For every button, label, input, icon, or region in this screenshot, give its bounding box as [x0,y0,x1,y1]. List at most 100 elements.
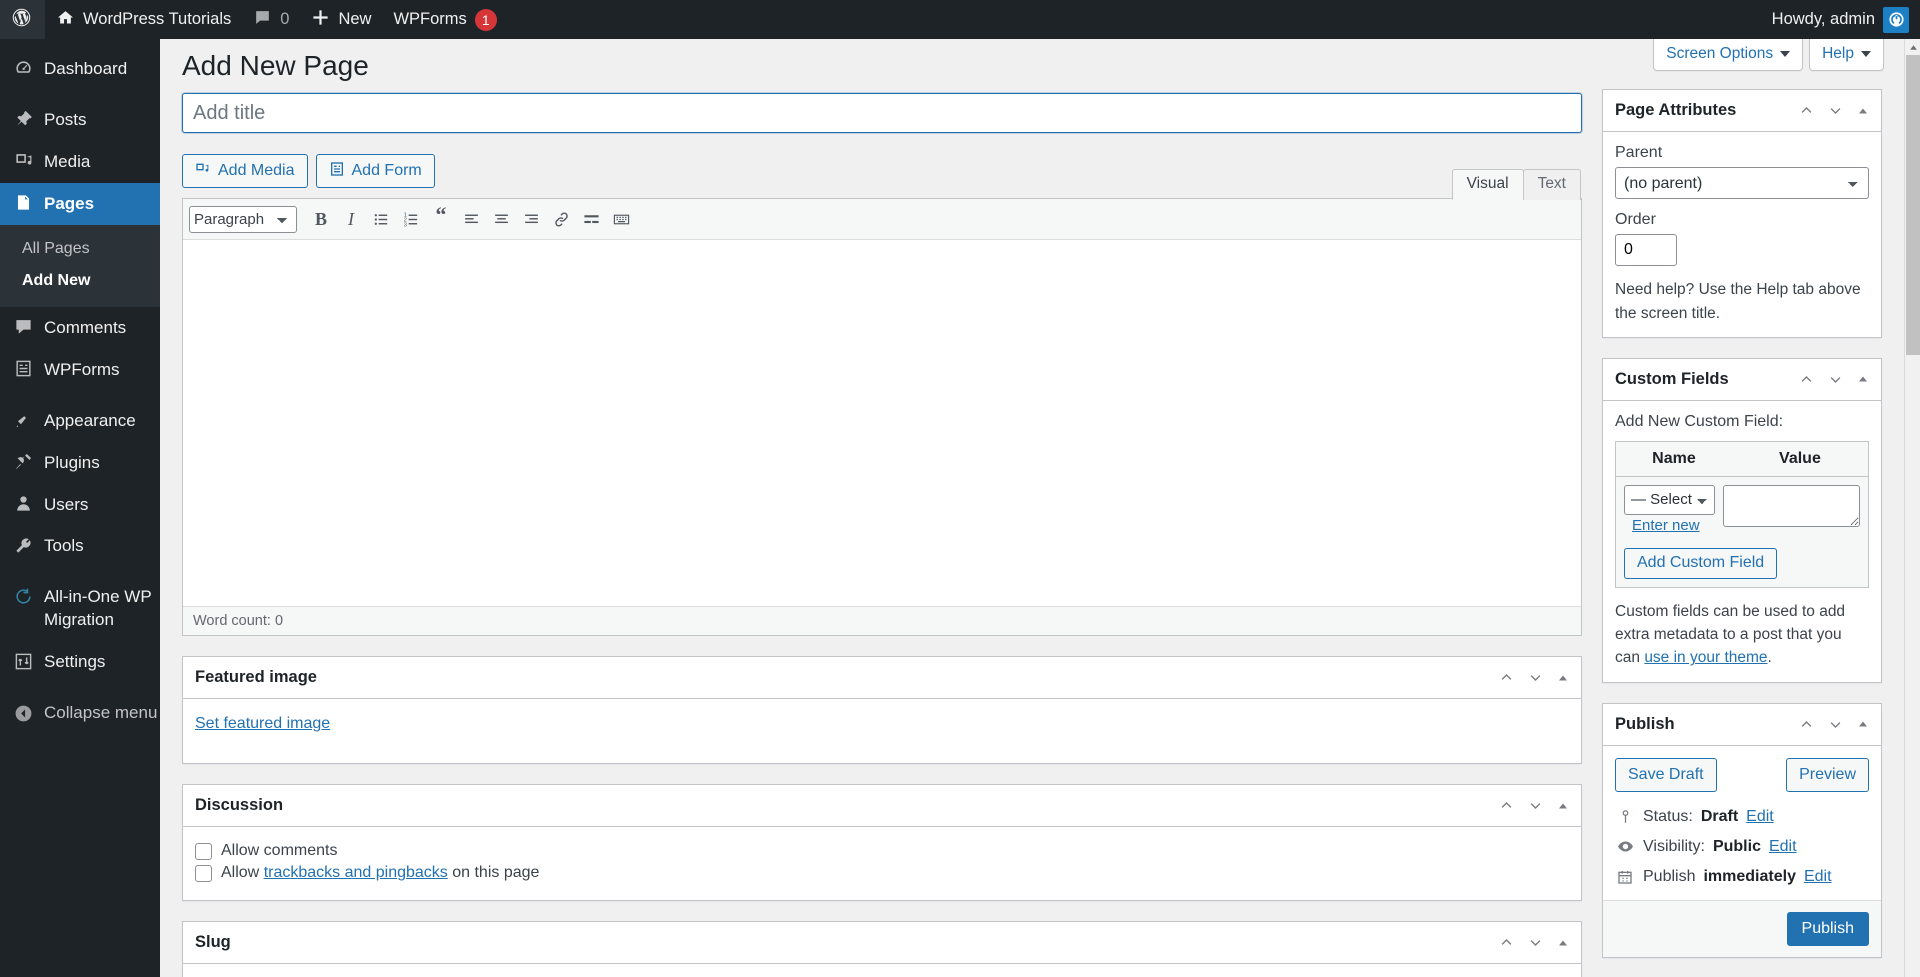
custom-field-name-select[interactable]: — Select [1624,484,1715,515]
move-up-icon[interactable] [1499,670,1514,685]
sidebar-subitem-all-pages[interactable]: All Pages [0,233,160,265]
allow-trackbacks-checkbox[interactable] [195,864,212,882]
sidebar-item-pages[interactable]: Pages [0,182,160,225]
page-attributes-help: Need help? Use the Help tab above the sc… [1615,281,1861,322]
screen-options-button[interactable]: Screen Options [1653,39,1804,71]
screen-options-label: Screen Options [1666,45,1774,62]
parent-label: Parent [1615,144,1663,162]
status-edit-link[interactable]: Edit [1746,808,1774,826]
add-custom-field-button[interactable]: Add Custom Field [1624,547,1778,579]
schedule-edit-link[interactable]: Edit [1804,868,1832,886]
add-media-button[interactable]: Add Media [182,154,308,189]
move-down-icon[interactable] [1528,798,1543,813]
title-wrap [181,92,1583,135]
move-up-icon[interactable] [1499,798,1514,813]
add-form-button[interactable]: Add Form [315,154,435,189]
visibility-edit-link[interactable]: Edit [1769,838,1797,856]
order-input[interactable] [1615,234,1677,267]
comments-button[interactable]: 0 [242,0,300,39]
scroll-up-arrow-icon[interactable] [1905,39,1920,55]
move-down-icon[interactable] [1828,717,1843,732]
align-center-icon[interactable] [487,205,515,233]
set-featured-image-link[interactable]: Set featured image [195,715,330,732]
toggle-panel-icon[interactable] [1557,672,1569,684]
move-up-icon[interactable] [1799,103,1814,118]
page-attributes-header[interactable]: Page Attributes [1603,90,1881,133]
dashboard-icon [12,57,34,79]
add-media-label: Add Media [218,162,295,180]
bold-icon[interactable]: B [307,205,335,233]
sidebar-item-wpforms[interactable]: WPForms [0,349,160,391]
move-down-icon[interactable] [1828,103,1843,118]
sidebar-item-dashboard[interactable]: Dashboard [0,48,160,90]
toggle-panel-icon[interactable] [1857,105,1869,117]
save-draft-button[interactable]: Save Draft [1615,757,1717,792]
move-down-icon[interactable] [1528,935,1543,950]
preview-button[interactable]: Preview [1786,757,1869,792]
toggle-panel-icon[interactable] [1557,800,1569,812]
save-draft-label: Save Draft [1628,765,1704,783]
sidebar-item-users[interactable]: Users [0,484,160,526]
paragraph-format-select[interactable]: Paragraph [189,205,297,233]
description-suffix: . [1767,649,1772,667]
editor-content-area[interactable] [183,240,1581,607]
sidebar-item-comments[interactable]: Comments [0,307,160,349]
move-up-icon[interactable] [1499,935,1514,950]
sidebar-item-plugins[interactable]: Plugins [0,442,160,484]
trackbacks-and-pingbacks-link[interactable]: trackbacks and pingbacks [264,864,448,881]
help-button[interactable]: Help [1809,39,1884,71]
move-down-icon[interactable] [1828,372,1843,387]
page-scrollbar[interactable] [1904,39,1920,977]
tab-text[interactable]: Text [1522,169,1581,201]
sidebar-item-all-in-one-wp-migration[interactable]: All-in-One WP Migration [0,576,160,641]
editor-container: Visual Text Paragraph B I 1 2 3 “ Word c… [182,169,1582,637]
collapse-menu-button[interactable]: Collapse menu [0,692,160,734]
wordpress-logo-button[interactable] [0,0,45,39]
sidebar-item-appearance[interactable]: Appearance [0,400,160,442]
wpforms-menu-button[interactable]: WPForms 1 [382,0,507,39]
sidebar-subitem-add-new[interactable]: Add New [0,265,160,297]
sidebar-item-settings[interactable]: Settings [0,641,160,683]
toggle-panel-icon[interactable] [1857,373,1869,385]
slug-header[interactable]: Slug [183,922,1581,965]
move-down-icon[interactable] [1528,670,1543,685]
featured-image-header[interactable]: Featured image [183,657,1581,700]
read-more-icon[interactable] [577,205,605,233]
toggle-panel-icon[interactable] [1557,937,1569,949]
align-right-icon[interactable] [517,205,545,233]
toolbar-toggle-icon[interactable] [607,205,635,233]
sidebar-item-tools[interactable]: Tools [0,525,160,567]
site-name-button[interactable]: WordPress Tutorials [45,0,242,39]
my-account-button[interactable]: Howdy, admin [1761,0,1920,39]
allow-comments-checkbox[interactable] [195,842,212,860]
sidebar-item-media[interactable]: Media [0,141,160,183]
sidebar-item-posts[interactable]: Posts [0,99,160,141]
bulleted-list-icon[interactable] [367,205,395,233]
numbered-list-icon[interactable]: 123 [397,205,425,233]
move-up-icon[interactable] [1799,372,1814,387]
custom-fields-header[interactable]: Custom Fields [1603,359,1881,401]
trackbacks-suffix: on this page [447,864,540,882]
tab-visual[interactable]: Visual [1451,169,1524,201]
parent-select[interactable]: (no parent) [1615,167,1869,200]
italic-icon[interactable]: I [337,205,365,233]
blockquote-icon[interactable]: “ [427,204,455,233]
new-content-button[interactable]: New [300,0,382,39]
discussion-header[interactable]: Discussion [183,785,1581,828]
sidebar-label: All-in-One WP Migration [44,587,152,630]
insert-link-icon[interactable] [547,205,575,233]
enter-new-link[interactable]: Enter new [1632,517,1700,534]
wpforms-icon [12,358,34,380]
publish-button[interactable]: Publish [1786,911,1869,946]
scrollbar-thumb[interactable] [1906,55,1920,355]
box-controls [1799,372,1869,387]
box-title: Publish [1615,714,1675,733]
toggle-panel-icon[interactable] [1857,718,1869,730]
use-in-your-theme-link[interactable]: use in your theme [1644,649,1767,666]
post-title-input[interactable] [181,92,1583,135]
eye-icon [1615,838,1635,855]
move-up-icon[interactable] [1799,717,1814,732]
align-left-icon[interactable] [457,205,485,233]
custom-field-value-textarea[interactable] [1723,484,1860,527]
publish-header[interactable]: Publish [1603,704,1881,746]
